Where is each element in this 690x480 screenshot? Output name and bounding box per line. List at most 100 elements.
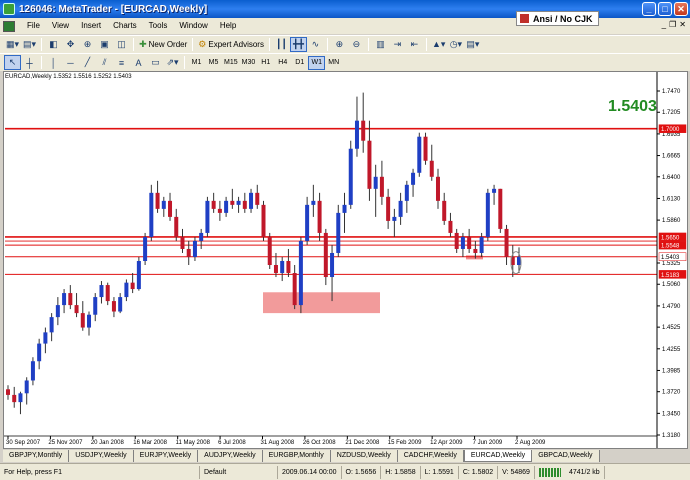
- tab-eurjpy-weekly[interactable]: EURJPY,Weekly: [133, 450, 199, 462]
- x-tick-label: 15 Feb 2009: [388, 440, 422, 446]
- candle-body: [130, 282, 135, 290]
- status-traffic: 4741/2 kb: [565, 465, 605, 479]
- status-datetime: 2009.06.14 00:00: [278, 465, 342, 479]
- y-tick-label: 1.6130: [662, 196, 681, 202]
- y-tick-label: 1.7470: [662, 89, 681, 95]
- candle-body: [217, 208, 222, 213]
- tab-audjpy-weekly[interactable]: AUDJPY,Weekly: [198, 450, 263, 462]
- candle-body: [417, 136, 422, 173]
- candle-body: [136, 260, 141, 290]
- candle-body: [273, 265, 278, 274]
- candle-body: [361, 120, 366, 141]
- candle-body: [411, 172, 416, 185]
- price-readout: 1.5403: [608, 98, 657, 115]
- y-tick-label: 1.4255: [662, 347, 681, 353]
- y-tick-label: 1.4525: [662, 325, 681, 331]
- candle-body: [330, 252, 335, 278]
- candle-body: [504, 228, 509, 257]
- tab-cadchf-weekly[interactable]: CADCHF,Weekly: [397, 450, 464, 462]
- x-tick-label: 6 Jul 2008: [218, 440, 246, 446]
- candle-body: [323, 232, 328, 278]
- x-tick-label: 26 Oct 2008: [303, 440, 336, 446]
- candle-body: [261, 204, 266, 237]
- candle-body: [454, 232, 459, 249]
- y-tick-label: 1.5860: [662, 218, 681, 224]
- candle-body: [6, 389, 10, 395]
- candle-body: [242, 200, 247, 209]
- candle-body: [386, 196, 391, 221]
- x-tick-label: 25 Nov 2007: [48, 440, 83, 446]
- y-tick-label: 1.5060: [662, 282, 681, 288]
- candle-body: [105, 285, 110, 302]
- candle-body: [87, 314, 92, 328]
- candle-body: [180, 236, 185, 249]
- candle-body: [460, 236, 465, 249]
- candle-body: [124, 282, 129, 298]
- candle-body: [161, 200, 166, 209]
- x-tick-label: 31 Aug 2008: [261, 440, 295, 446]
- candle-body: [498, 188, 503, 229]
- x-tick-label: 2 Aug 2009: [515, 440, 546, 446]
- candle-body: [12, 394, 17, 403]
- candle-body: [373, 176, 378, 189]
- level-price-label: 1.7000: [661, 127, 680, 133]
- candle-body: [354, 120, 359, 149]
- y-tick-label: 1.7205: [662, 110, 681, 116]
- candle-body: [249, 192, 254, 209]
- candle-body: [317, 200, 322, 233]
- x-tick-label: 21 Dec 2008: [345, 440, 380, 446]
- candle-body: [230, 200, 235, 205]
- candle-body: [280, 260, 285, 274]
- y-tick-label: 1.4790: [662, 304, 681, 310]
- candle-body: [80, 313, 85, 328]
- tab-eurcad-weekly[interactable]: EURCAD,Weekly: [463, 450, 533, 462]
- candle-body: [74, 305, 79, 314]
- candle-body: [435, 176, 440, 201]
- candle-body: [211, 200, 216, 209]
- ime-indicator[interactable]: Ansi / No CJK: [516, 11, 599, 26]
- y-tick-label: 1.6665: [662, 154, 681, 160]
- x-tick-label: 7 Jun 2009: [473, 440, 503, 446]
- price-chart[interactable]: 1.74701.72051.69351.66651.64001.61301.58…: [0, 0, 690, 480]
- tab-gbpcad-weekly[interactable]: GBPCAD,Weekly: [532, 450, 600, 462]
- ime-label: Ansi / No CJK: [533, 13, 593, 24]
- level-price-label: 1.5183: [661, 273, 680, 279]
- candle-body: [68, 293, 73, 306]
- candle-body: [111, 301, 116, 312]
- small-zone: [466, 255, 483, 260]
- candle-body: [479, 236, 484, 253]
- level-price-label: 1.5650: [661, 235, 680, 241]
- candle-body: [93, 297, 98, 315]
- status-open: O: 1.5656: [342, 465, 382, 479]
- tab-nzdusd-weekly[interactable]: NZDUSD,Weekly: [330, 450, 398, 462]
- status-high: H: 1.5858: [381, 465, 421, 479]
- candle-body: [18, 393, 23, 403]
- candle-body: [236, 200, 241, 205]
- candle-body: [168, 200, 173, 217]
- candle-body: [55, 305, 60, 318]
- level-price-label: 1.5548: [661, 244, 680, 250]
- status-profile: Default: [200, 465, 278, 479]
- candle-body: [24, 380, 29, 394]
- candle-body: [305, 204, 310, 241]
- candle-body: [442, 200, 447, 221]
- candle-body: [379, 176, 384, 197]
- candle-body: [192, 240, 197, 257]
- y-tick-label: 1.3180: [662, 433, 681, 439]
- tab-usdjpy-weekly[interactable]: USDJPY,Weekly: [69, 450, 134, 462]
- candle-body: [367, 140, 372, 189]
- tab-gbpjpy-monthly[interactable]: GBPJPY,Monthly: [3, 450, 70, 462]
- candle-body: [336, 212, 341, 253]
- candle-body: [155, 192, 160, 209]
- status-low: L: 1.5591: [421, 465, 459, 479]
- y-tick-label: 1.3985: [662, 368, 681, 374]
- y-tick-label: 1.6400: [662, 175, 681, 181]
- candle-body: [143, 236, 148, 261]
- candle-body: [292, 273, 297, 306]
- candle-body: [199, 232, 204, 241]
- candle-body: [429, 160, 434, 177]
- tab-eurgbp-monthly[interactable]: EURGBP,Monthly: [262, 450, 331, 462]
- metatrader-window: 126046: MetaTrader - [EURCAD,Weekly] _ □…: [0, 0, 690, 480]
- candle-body: [398, 200, 403, 217]
- candle-body: [267, 236, 272, 266]
